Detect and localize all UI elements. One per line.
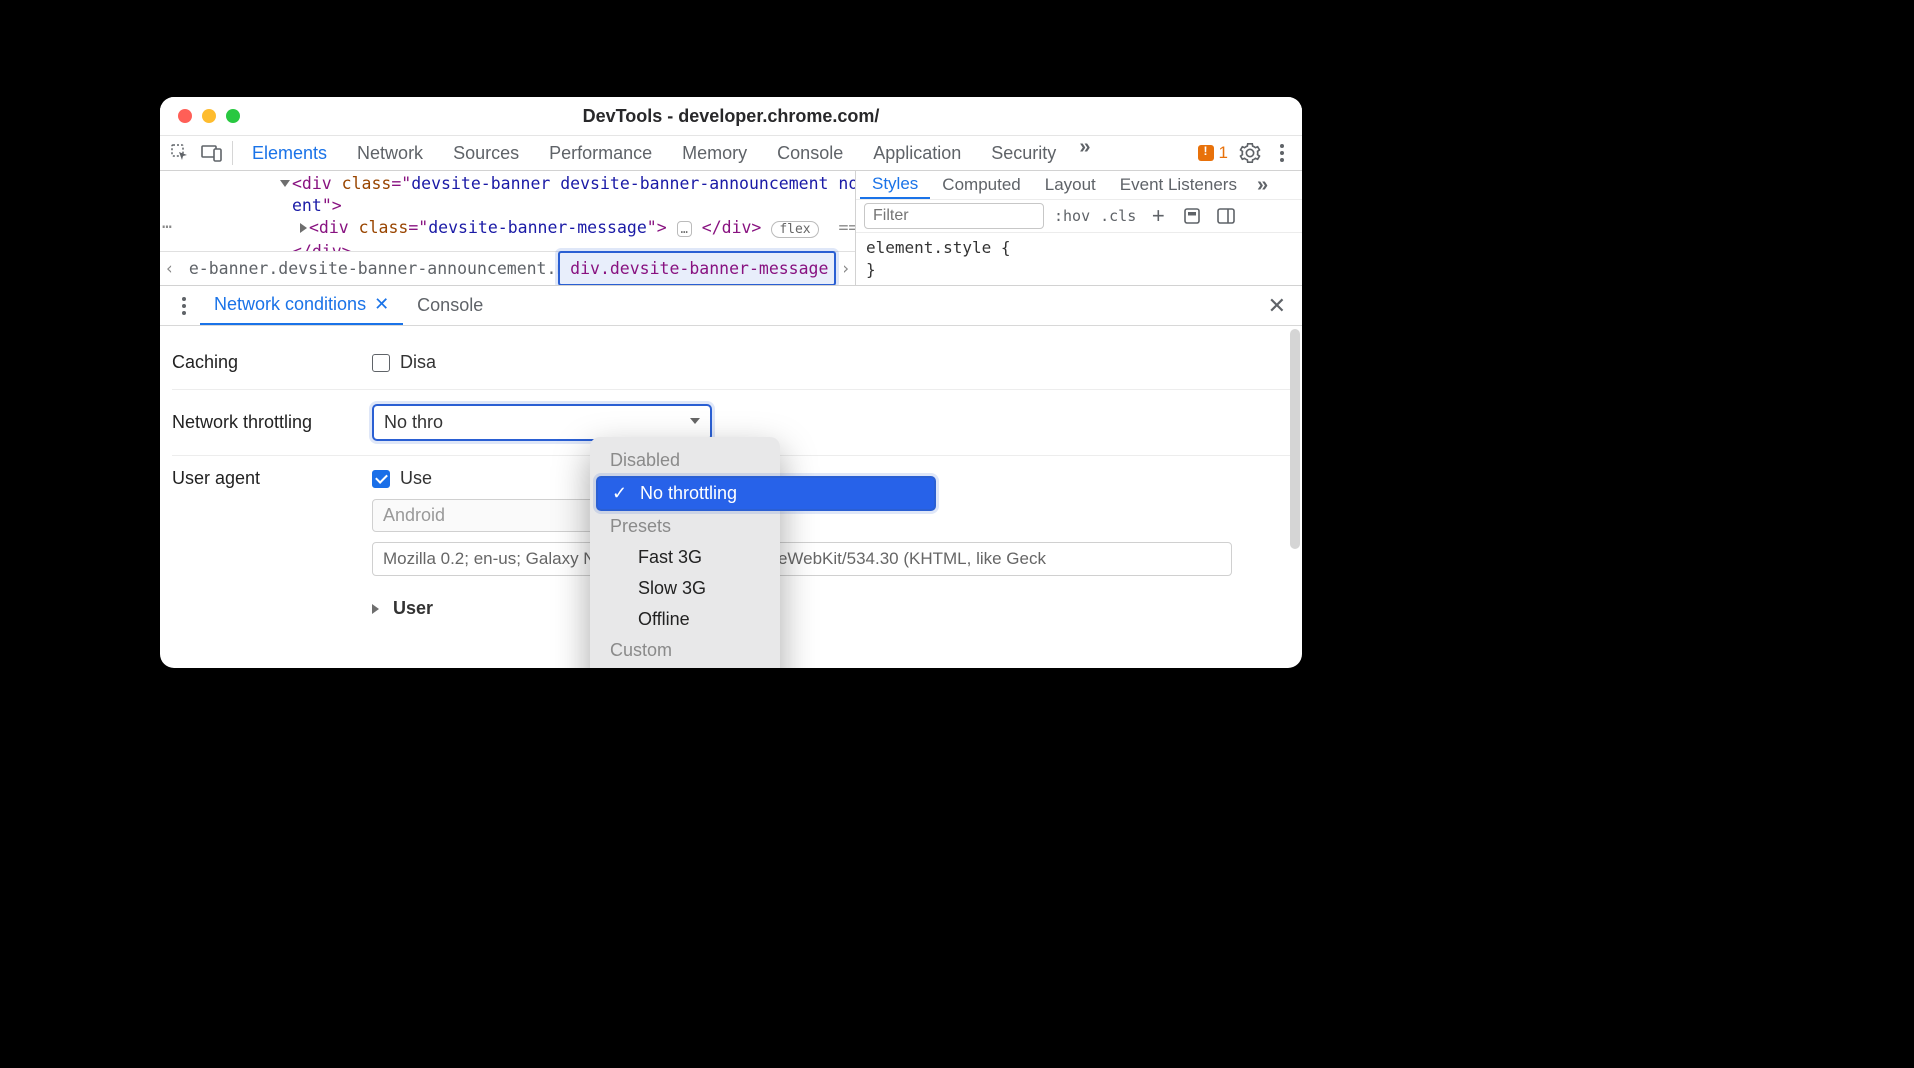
drawer-menu-icon[interactable] <box>168 290 200 322</box>
drawer-tabbar: Network conditions ✕ Console ✕ <box>160 286 1302 326</box>
tab-sources[interactable]: Sources <box>438 136 534 170</box>
breadcrumb-next-icon[interactable]: › <box>836 259 855 278</box>
scrollbar-thumb[interactable] <box>1290 329 1300 549</box>
tab-elements[interactable]: Elements <box>237 136 342 170</box>
dropdown-group-custom: Custom <box>596 635 774 666</box>
panel-tabs: Elements Network Sources Performance Mem… <box>237 136 1192 170</box>
main-tabbar: Elements Network Sources Performance Mem… <box>160 135 1302 171</box>
tab-styles[interactable]: Styles <box>860 171 930 199</box>
close-tab-icon[interactable]: ✕ <box>374 294 389 315</box>
disable-cache-checkbox[interactable] <box>372 354 390 372</box>
dropdown-option-add[interactable]: Add… <box>596 666 774 668</box>
user-agent-label: User agent <box>172 468 372 489</box>
warnings-badge[interactable]: 1 <box>1192 143 1234 163</box>
throttling-select[interactable]: No thro <box>372 404 712 441</box>
styles-toolbar: :hov .cls + <box>856 200 1302 233</box>
tab-event-listeners[interactable]: Event Listeners <box>1108 175 1249 195</box>
tab-security[interactable]: Security <box>976 136 1071 170</box>
drawer-close-icon[interactable]: ✕ <box>1260 293 1294 319</box>
chevron-down-icon <box>690 418 700 424</box>
expand-toggle-icon[interactable] <box>300 223 307 233</box>
client-hints-row[interactable]: User earn more <box>372 598 1232 619</box>
breadcrumb-item[interactable]: e-banner.devsite-banner-announcement.noc… <box>179 255 558 282</box>
expand-toggle-icon[interactable] <box>280 180 290 187</box>
devtools-window: DevTools - developer.chrome.com/ Element… <box>160 97 1302 668</box>
tabs-overflow-icon[interactable]: » <box>1071 136 1098 170</box>
styles-overflow-icon[interactable]: » <box>1249 174 1276 197</box>
maximize-window-button[interactable] <box>226 109 240 123</box>
expand-triangle-icon <box>372 604 379 614</box>
dropdown-option-no-throttling[interactable]: No throttling <box>596 476 936 511</box>
dropdown-group-disabled: Disabled <box>596 445 774 476</box>
tab-memory[interactable]: Memory <box>667 136 762 170</box>
tab-application[interactable]: Application <box>858 136 976 170</box>
computed-toggle-icon[interactable] <box>1180 200 1204 232</box>
throttling-label: Network throttling <box>172 412 372 433</box>
tab-console[interactable]: Console <box>762 136 858 170</box>
tab-network[interactable]: Network <box>342 136 438 170</box>
caching-row: Caching Disa <box>172 336 1290 390</box>
cls-toggle[interactable]: .cls <box>1100 207 1136 225</box>
minimize-window-button[interactable] <box>202 109 216 123</box>
ua-string-input: Mozilla 0.2; en-us; Galaxy Nexus Build/I… <box>372 542 1232 576</box>
sidebar-toggle-icon[interactable] <box>1214 200 1238 232</box>
breadcrumb-item-selected[interactable]: div.devsite-banner-message <box>558 251 836 285</box>
traffic-lights <box>160 109 240 123</box>
warning-icon <box>1198 145 1214 161</box>
tab-layout[interactable]: Layout <box>1033 175 1108 195</box>
elements-area: … <div class="devsite-banner devsite-ban… <box>160 171 1302 286</box>
window-title: DevTools - developer.chrome.com/ <box>160 106 1302 127</box>
drawer-tab-network-conditions[interactable]: Network conditions ✕ <box>200 286 403 325</box>
warning-count: 1 <box>1219 143 1228 163</box>
dom-tree[interactable]: … <div class="devsite-banner devsite-ban… <box>160 171 855 285</box>
hov-toggle[interactable]: :hov <box>1054 207 1090 225</box>
tab-performance[interactable]: Performance <box>534 136 667 170</box>
styles-sidebar: Styles Computed Layout Event Listeners »… <box>855 171 1302 285</box>
breadcrumb: ‹ e-banner.devsite-banner-announcement.n… <box>160 251 855 285</box>
settings-icon[interactable] <box>1234 137 1266 169</box>
disable-cache-label: Disa <box>400 352 436 373</box>
dropdown-option-slow-3g[interactable]: Slow 3G <box>596 573 774 604</box>
drawer-tab-console[interactable]: Console <box>403 286 497 325</box>
style-rule[interactable]: element.style { } <box>856 233 1302 285</box>
dropdown-option-offline[interactable]: Offline <box>596 604 774 635</box>
gutter-ellipsis[interactable]: … <box>162 213 173 232</box>
inspect-icon[interactable] <box>164 137 196 169</box>
styles-filter-input[interactable] <box>864 203 1044 229</box>
dropdown-option-fast-3g[interactable]: Fast 3G <box>596 542 774 573</box>
close-window-button[interactable] <box>178 109 192 123</box>
throttling-dropdown: Disabled No throttling Presets Fast 3G S… <box>590 437 780 668</box>
device-toolbar-icon[interactable] <box>196 137 228 169</box>
use-default-ua-label: Use <box>400 468 432 489</box>
use-default-ua-checkbox[interactable] <box>372 470 390 488</box>
new-rule-icon[interactable]: + <box>1146 200 1170 232</box>
flex-badge[interactable]: flex <box>771 221 818 238</box>
styles-tabs: Styles Computed Layout Event Listeners » <box>856 171 1302 200</box>
dropdown-group-presets: Presets <box>596 511 774 542</box>
tab-computed[interactable]: Computed <box>930 175 1032 195</box>
caching-label: Caching <box>172 352 372 373</box>
more-menu-icon[interactable] <box>1266 137 1298 169</box>
titlebar: DevTools - developer.chrome.com/ <box>160 97 1302 135</box>
breadcrumb-prev-icon[interactable]: ‹ <box>160 259 179 278</box>
